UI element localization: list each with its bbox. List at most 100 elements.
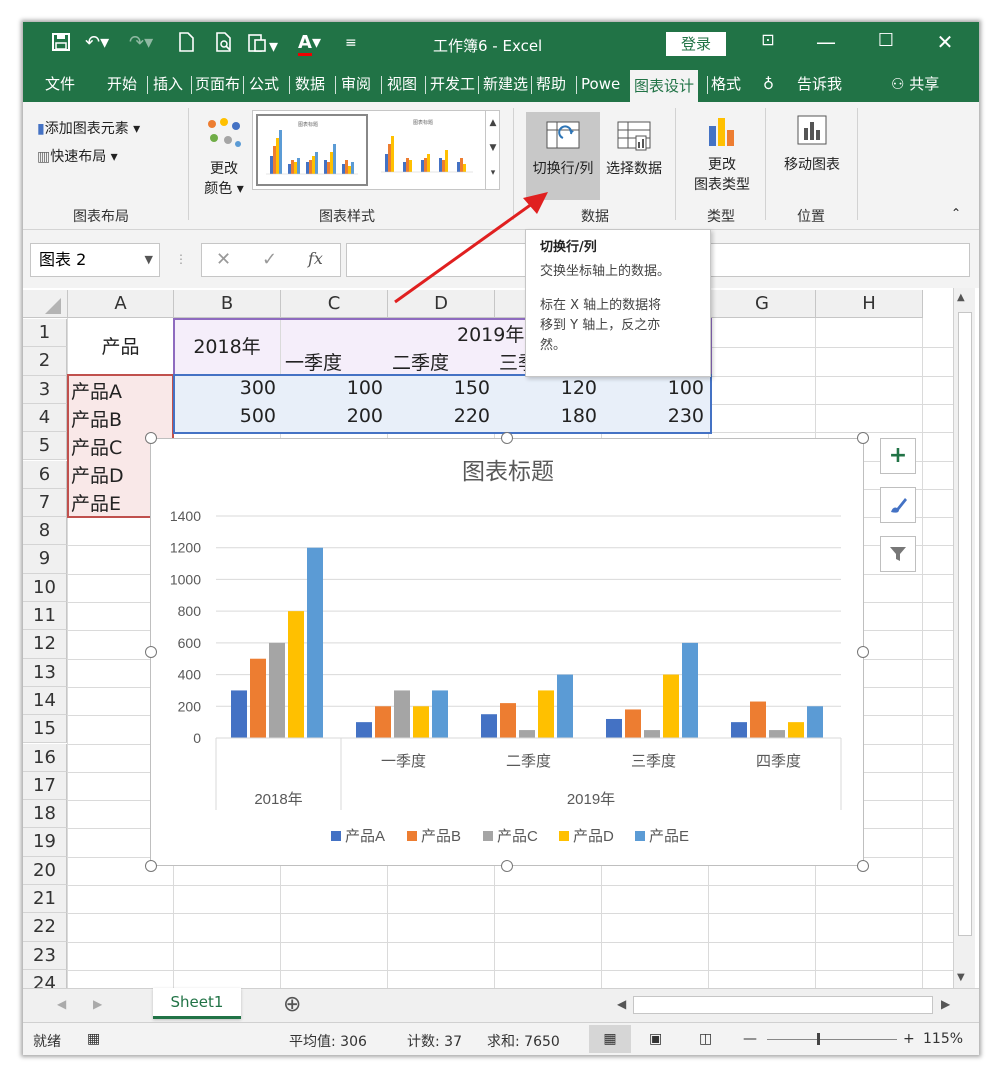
collapse-ribbon-icon[interactable]: ⌃ xyxy=(951,206,961,220)
cell-c3[interactable]: 100 xyxy=(281,377,387,399)
ribbon-display-icon[interactable]: ⊡ xyxy=(753,30,783,49)
row-header-24[interactable]: 24 xyxy=(23,969,67,988)
row-header-5[interactable]: 5 xyxy=(23,432,67,461)
resize-handle-t[interactable] xyxy=(501,432,513,444)
insert-function-icon[interactable]: fx xyxy=(308,249,323,268)
cell-d2[interactable]: 二季度 xyxy=(392,348,487,375)
tab-new[interactable]: 新建选 xyxy=(483,66,529,102)
sheet-tab-sheet1[interactable]: Sheet1 xyxy=(153,988,241,1019)
chart-filters-funnel-icon[interactable] xyxy=(880,536,916,572)
row-header-12[interactable]: 12 xyxy=(23,630,67,659)
row-header-7[interactable]: 7 xyxy=(23,488,67,518)
zoom-slider-thumb[interactable] xyxy=(817,1033,820,1045)
macro-record-icon[interactable]: ▦ xyxy=(87,1031,100,1047)
row-header-14[interactable]: 14 xyxy=(23,686,67,716)
tab-format[interactable]: 格式 xyxy=(711,66,741,102)
font-color-icon[interactable]: A▾ xyxy=(298,32,321,56)
next-sheet-icon[interactable]: ▶ xyxy=(93,997,102,1011)
change-chart-type-button[interactable]: 更改 图表类型 xyxy=(691,112,753,194)
row-header-18[interactable]: 18 xyxy=(23,800,67,829)
resize-handle-tl[interactable] xyxy=(145,432,157,444)
chart-style-1[interactable]: 图表标题 xyxy=(256,114,368,186)
chevron-down-icon[interactable]: ▼ xyxy=(145,244,153,276)
paste-icon[interactable]: ▾ xyxy=(247,32,278,58)
row-header-21[interactable]: 21 xyxy=(23,885,67,914)
move-chart-button[interactable]: 移动图表 xyxy=(779,112,845,174)
row-header-16[interactable]: 16 xyxy=(23,743,67,772)
login-button[interactable]: 登录 xyxy=(666,32,726,56)
resize-handle-bl[interactable] xyxy=(145,860,157,872)
scroll-down-icon[interactable]: ▼ xyxy=(957,972,965,983)
tab-tell-me[interactable]: 告诉我 xyxy=(797,66,842,102)
cell-a6[interactable]: 产品D xyxy=(71,461,124,488)
cancel-icon[interactable]: ✕ xyxy=(216,249,231,270)
tab-data[interactable]: 数据 xyxy=(295,66,325,102)
horizontal-scrollbar[interactable] xyxy=(633,996,933,1014)
chart-styles-brush-icon[interactable] xyxy=(880,487,916,523)
close-icon[interactable]: ✕ xyxy=(930,30,960,54)
page-break-view-icon[interactable]: ◫ xyxy=(699,1031,712,1047)
normal-view-icon[interactable]: ▦ xyxy=(589,1025,631,1053)
column-chart[interactable]: 图表标题 0 200 400 600 800 1000 1200 1400 一季度 二季度 三季度 四季… xyxy=(151,439,865,867)
row-header-15[interactable]: 15 xyxy=(23,715,67,744)
change-colors-button[interactable]: 更改 颜色 ▾ xyxy=(201,116,247,198)
row-header-2[interactable]: 2 xyxy=(23,347,67,376)
zoom-level[interactable]: 115% xyxy=(923,1031,963,1047)
select-data-button[interactable]: 选择数据 xyxy=(603,112,665,178)
tab-view[interactable]: 视图 xyxy=(387,66,417,102)
tab-page-layout[interactable]: 页面布 xyxy=(195,66,241,102)
enter-icon[interactable]: ✓ xyxy=(262,249,277,270)
resize-handle-tr[interactable] xyxy=(857,432,869,444)
column-header-b[interactable]: B xyxy=(174,290,281,318)
tab-power[interactable]: Powe xyxy=(581,66,625,102)
tab-chart-design[interactable]: 图表设计 xyxy=(630,70,699,102)
hscroll-left-icon[interactable]: ◀ xyxy=(617,997,626,1011)
row-header-20[interactable]: 20 xyxy=(23,856,67,885)
vertical-scrollbar[interactable]: ▲ ▼ xyxy=(953,288,975,988)
minimize-icon[interactable]: — xyxy=(811,30,841,54)
row-header-4[interactable]: 4 xyxy=(23,403,67,433)
prev-sheet-icon[interactable]: ◀ xyxy=(57,997,66,1011)
maximize-icon[interactable]: ☐ xyxy=(871,30,901,51)
cell-d3[interactable]: 150 xyxy=(388,377,494,399)
row-header-3[interactable]: 3 xyxy=(23,375,67,404)
row-header-10[interactable]: 10 xyxy=(23,573,67,602)
chart-area[interactable]: 图表标题 0 200 400 600 800 1000 1200 1400 一季度 二季度 三季度 四季… xyxy=(150,438,864,866)
tab-review[interactable]: 审阅 xyxy=(341,66,371,102)
zoom-slider[interactable] xyxy=(767,1039,897,1040)
share-button[interactable]: ⚇ 共享 xyxy=(891,66,939,102)
tab-help[interactable]: 帮助 xyxy=(536,66,566,102)
column-header-a[interactable]: A xyxy=(68,290,174,318)
row-header-11[interactable]: 11 xyxy=(23,602,67,631)
cell-a1[interactable]: 产品 xyxy=(68,332,173,359)
scroll-up-icon[interactable]: ▲ xyxy=(957,292,965,303)
row-header-13[interactable]: 13 xyxy=(23,658,67,687)
new-doc-icon[interactable] xyxy=(178,32,194,58)
tab-file[interactable]: 文件 xyxy=(45,66,75,102)
chart-styles-gallery[interactable]: 图表标题 图表标题 ▲ ▼ ▾ xyxy=(252,110,500,190)
cell-b4[interactable]: 500 xyxy=(174,405,280,427)
cell-f3[interactable]: 100 xyxy=(602,377,708,399)
resize-handle-l[interactable] xyxy=(145,646,157,658)
cell-b3[interactable]: 300 xyxy=(174,377,280,399)
row-header-1[interactable]: 1 xyxy=(23,319,67,348)
resize-handle-br[interactable] xyxy=(857,860,869,872)
tab-home[interactable]: 开始 xyxy=(107,66,137,102)
column-header-g[interactable]: G xyxy=(709,290,816,318)
quick-layout-button[interactable]: ▥快速布局 ▾ xyxy=(37,146,118,166)
undo-icon[interactable]: ↶▾ xyxy=(85,32,109,54)
print-preview-icon[interactable] xyxy=(215,32,233,58)
chart-style-2[interactable]: 图表标题 xyxy=(373,114,485,186)
cell-a5[interactable]: 产品C xyxy=(71,433,122,460)
lightbulb-icon[interactable]: ♁ xyxy=(763,66,774,102)
column-header-h[interactable]: H xyxy=(816,290,923,318)
cell-e2[interactable]: 三季 xyxy=(499,348,525,375)
resize-handle-r[interactable] xyxy=(857,646,869,658)
cell-e3[interactable]: 120 xyxy=(495,377,601,399)
resize-handle-b[interactable] xyxy=(501,860,513,872)
tab-insert[interactable]: 插入 xyxy=(153,66,183,102)
row-header-22[interactable]: 22 xyxy=(23,913,67,942)
cell-c2[interactable]: 一季度 xyxy=(285,348,380,375)
row-header-23[interactable]: 23 xyxy=(23,941,67,970)
hscroll-right-icon[interactable]: ▶ xyxy=(941,997,950,1011)
